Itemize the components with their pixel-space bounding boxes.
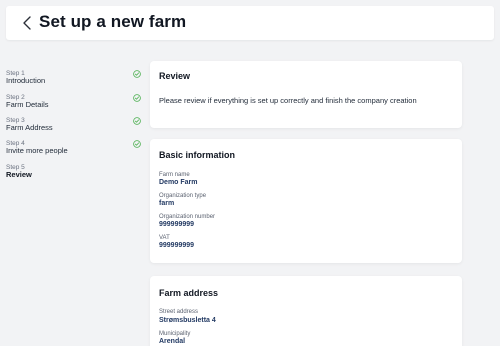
check-circle-icon bbox=[133, 117, 141, 125]
municipality-value: Arendal bbox=[159, 338, 186, 345]
page-title: Set up a new farm bbox=[39, 12, 187, 31]
farm-address-title: Farm address bbox=[159, 288, 219, 298]
step-farm-address[interactable]: Step 3 Farm Address bbox=[6, 117, 141, 137]
vat-value: 999999999 bbox=[159, 242, 195, 249]
farm-address-card: Farm address Street address Strømsbuslet… bbox=[150, 276, 462, 346]
farm-name-value: Demo Farm bbox=[159, 179, 198, 186]
step-introduction[interactable]: Step 1 Introduction bbox=[6, 70, 141, 90]
organization-number-label: Organization number bbox=[159, 214, 216, 220]
review-card: Review Please review if everything is se… bbox=[150, 61, 462, 128]
street-address-value: Strømsbusletta 4 bbox=[159, 317, 216, 324]
review-description: Please review if everything is set up co… bbox=[159, 96, 417, 105]
review-title: Review bbox=[159, 71, 191, 81]
chevron-left-icon[interactable] bbox=[20, 14, 34, 32]
check-circle-icon bbox=[133, 70, 141, 78]
page-header: Set up a new farm bbox=[6, 6, 494, 40]
check-circle-icon bbox=[133, 94, 141, 102]
farm-name-label: Farm name bbox=[159, 172, 190, 178]
street-address-label: Street address bbox=[159, 309, 199, 315]
step-label: Review bbox=[6, 170, 32, 179]
organization-type-value: farm bbox=[159, 200, 175, 207]
step-label: Introduction bbox=[6, 76, 46, 85]
basic-information-title: Basic information bbox=[159, 150, 236, 160]
municipality-label: Municipality bbox=[159, 331, 191, 337]
organization-type-label: Organization type bbox=[159, 193, 207, 199]
step-farm-details[interactable]: Step 2 Farm Details bbox=[6, 94, 141, 114]
step-label: Invite more people bbox=[6, 146, 68, 155]
step-invite-people[interactable]: Step 4 Invite more people bbox=[6, 140, 141, 160]
step-label: Farm Address bbox=[6, 123, 53, 132]
step-label: Farm Details bbox=[6, 100, 49, 109]
vat-label: VAT bbox=[159, 235, 170, 241]
step-review[interactable]: Step 5 Review bbox=[6, 164, 141, 184]
basic-information-card: Basic information Farm name Demo Farm Or… bbox=[150, 139, 462, 263]
organization-number-value: 999999999 bbox=[159, 221, 195, 228]
check-circle-icon bbox=[133, 140, 141, 148]
